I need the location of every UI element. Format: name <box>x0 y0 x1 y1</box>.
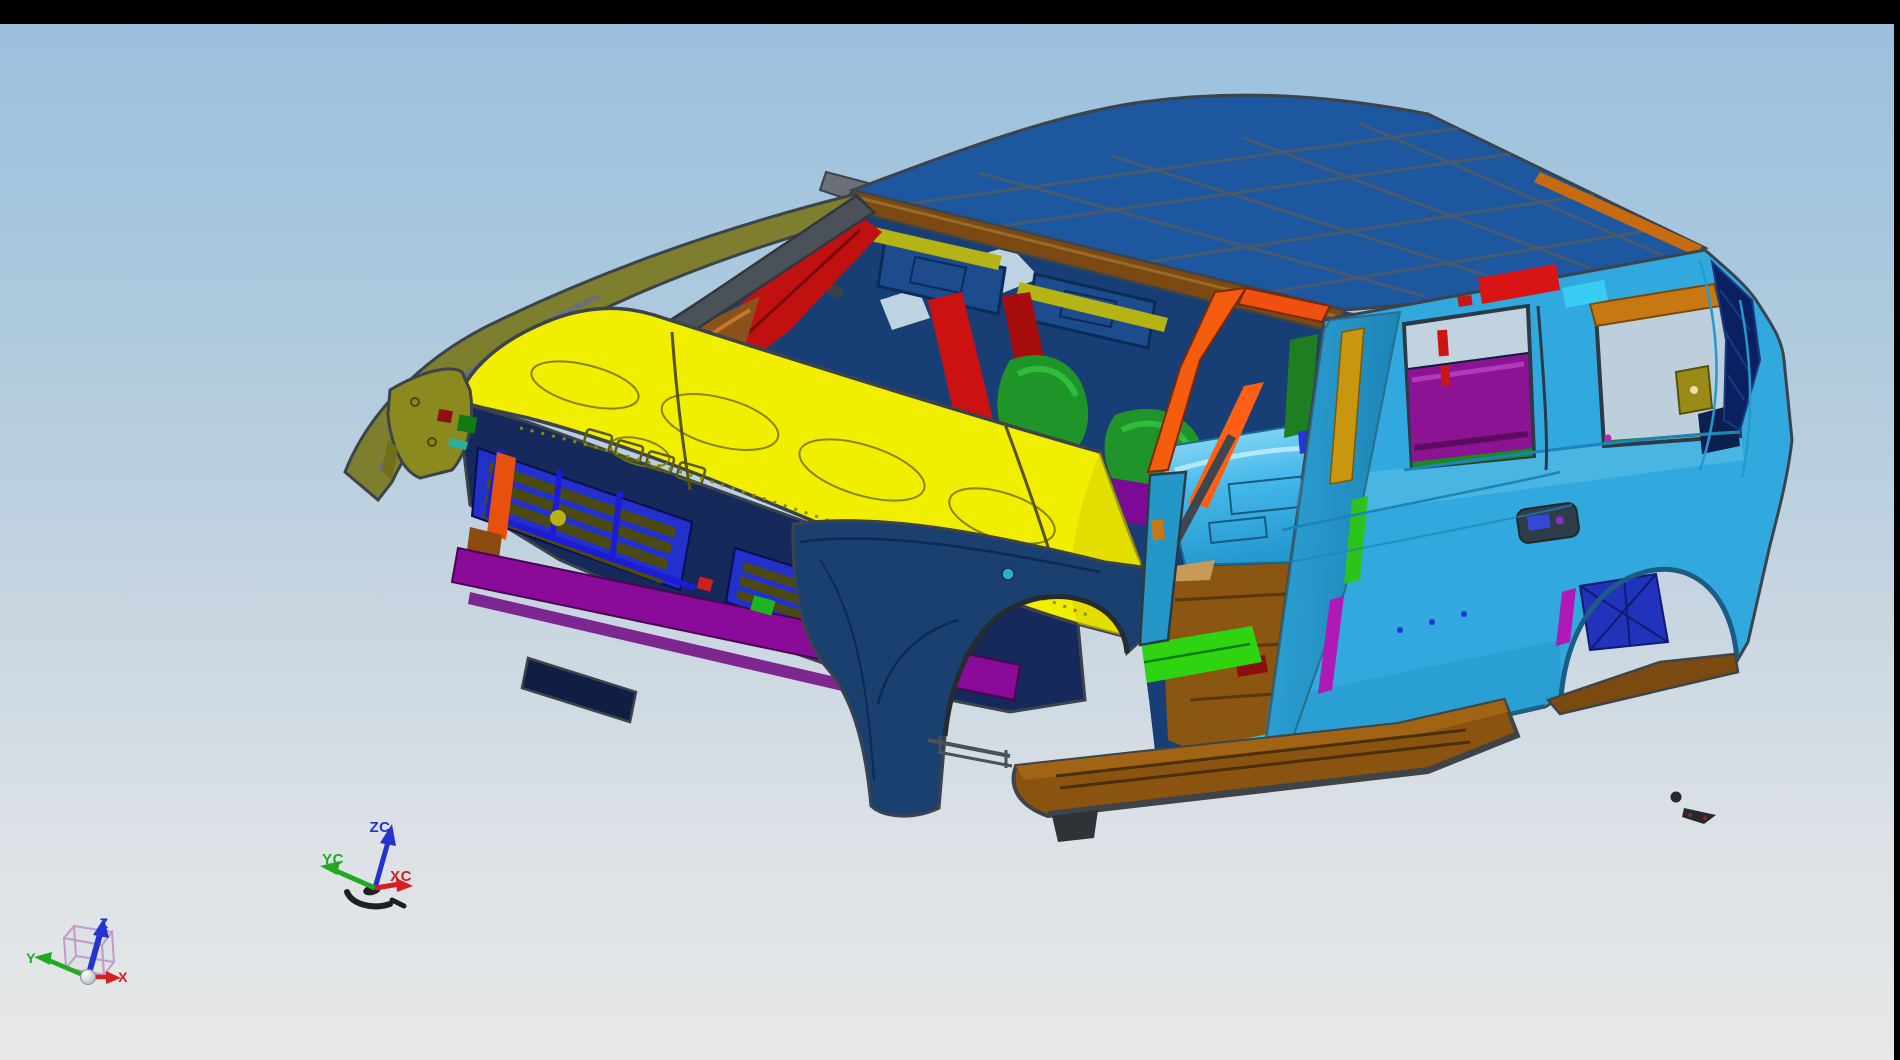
front-rod <box>938 736 1012 768</box>
spot-weld-dot <box>1429 619 1435 625</box>
lower-tray-dark[interactable] <box>522 658 636 722</box>
view-z-label: Z <box>99 915 108 931</box>
model-canvas[interactable]: ZC YC XC Z <box>0 24 1894 1060</box>
view-x-label: X <box>118 969 128 985</box>
wcs-base-foot <box>392 900 404 906</box>
graphics-viewport[interactable]: ZC YC XC Z <box>0 24 1894 1060</box>
hinge-amber-clip <box>1151 519 1165 540</box>
rail-red-clip <box>1457 295 1472 307</box>
clip-yellow <box>550 510 566 526</box>
debris-red-speck <box>1703 816 1707 820</box>
app-window: ZC YC XC Z <box>0 0 1900 1060</box>
quarter-magenta-dot <box>1605 435 1612 442</box>
latch-dot <box>1690 386 1698 394</box>
tip-green-clip <box>457 415 478 434</box>
wcs-z-label: ZC <box>370 819 391 836</box>
wcs-y-label: YC <box>322 851 344 868</box>
floating-debris[interactable] <box>1671 792 1717 825</box>
view-y-label: Y <box>26 950 36 966</box>
door-handle-recess[interactable] <box>1516 502 1580 544</box>
view-origin-sphere <box>81 970 96 985</box>
under-rear-brown <box>1548 654 1738 714</box>
spot-weld-dot <box>1397 627 1403 633</box>
wcs-x-label: XC <box>390 868 412 885</box>
window-right-edge <box>1894 0 1900 1060</box>
rear-door-window[interactable] <box>1404 306 1534 469</box>
part-body-side[interactable] <box>1262 250 1792 772</box>
debris-sliver <box>1682 808 1716 824</box>
debris-dot <box>1671 792 1682 803</box>
wcs-triad[interactable]: ZC YC XC <box>320 819 413 906</box>
debris-red-speck <box>1688 813 1692 817</box>
wcs-y-axis[interactable] <box>334 870 375 888</box>
view-triad[interactable]: Z Y X <box>26 915 128 985</box>
spot-weld-dot <box>1461 611 1467 617</box>
window-red-clip <box>1437 330 1449 357</box>
wcs-z-axis[interactable] <box>375 842 388 888</box>
window-top-bar <box>0 0 1900 24</box>
mirror-hole <box>1002 568 1014 580</box>
view-y-arrowhead <box>34 952 52 965</box>
window-red-clip <box>1440 366 1450 387</box>
tip-red-clip <box>437 409 453 423</box>
